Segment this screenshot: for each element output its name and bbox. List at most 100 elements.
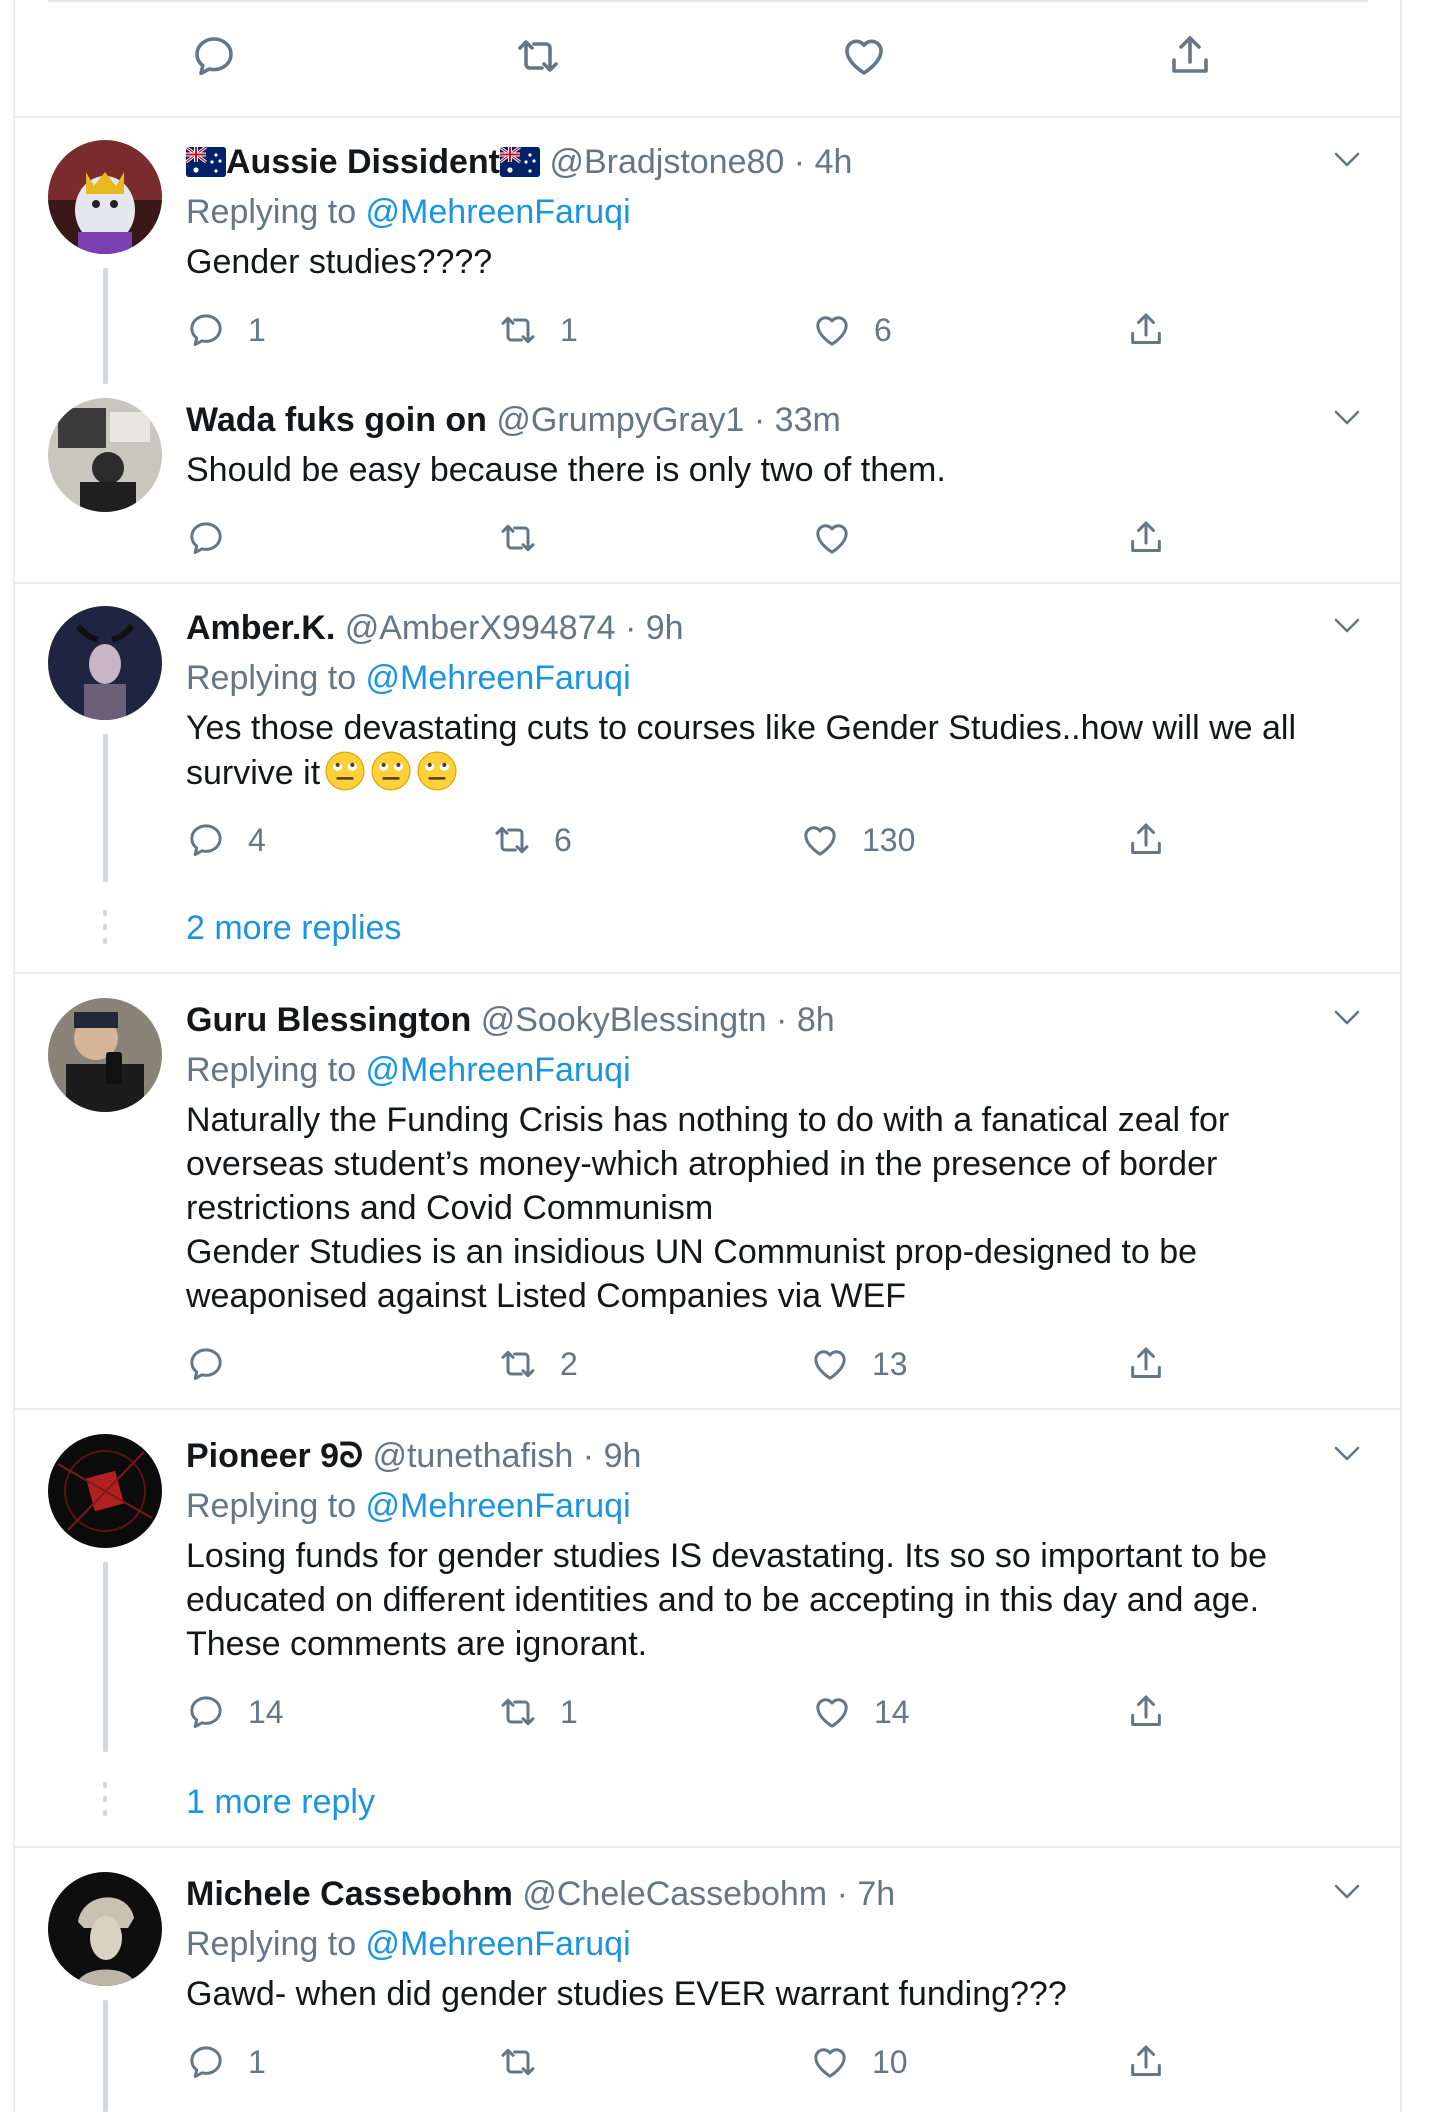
retweet-button[interactable]: 1: [498, 306, 578, 354]
display-name[interactable]: Pioneer 9ᘐ: [186, 1437, 363, 1475]
chevron-down-icon[interactable]: [1332, 1444, 1362, 1464]
user-handle[interactable]: @AmberX994874: [345, 609, 616, 647]
reply-icon: [186, 820, 226, 860]
reply-button[interactable]: [186, 514, 226, 562]
user-handle[interactable]: @GrumpyGray1: [496, 401, 744, 439]
mention-link[interactable]: @MehreenFaruqi: [366, 193, 631, 231]
divider: [13, 972, 1402, 974]
display-name[interactable]: Wada fuks goin on: [186, 401, 487, 439]
user-handle[interactable]: @Bradjstone80: [549, 143, 784, 181]
like-button[interactable]: [812, 514, 852, 562]
tweet-header: Michele Cassebohm @CheleCassebohm · 7h: [186, 1872, 895, 1916]
timestamp[interactable]: 9h: [604, 1437, 642, 1475]
like-icon: [840, 32, 888, 80]
share-icon: [1166, 32, 1214, 80]
more-replies-link[interactable]: 2 more replies: [186, 906, 401, 950]
reply-button[interactable]: 14: [186, 1688, 284, 1736]
like-button[interactable]: 13: [810, 1340, 908, 1388]
more-replies-link[interactable]: 1 more reply: [186, 1780, 375, 1824]
share-button[interactable]: [1126, 514, 1166, 562]
retweet-button[interactable]: [514, 32, 562, 80]
user-handle[interactable]: @CheleCassebohm: [522, 1875, 827, 1913]
replying-to: Replying to @MehreenFaruqi: [186, 1048, 631, 1092]
like-button[interactable]: 14: [812, 1688, 910, 1736]
mention-link[interactable]: @MehreenFaruqi: [366, 1925, 631, 1963]
display-name[interactable]: Amber.K.: [186, 609, 335, 647]
tweet-header: Aussie Dissident @Bradjstone80 · 4h: [186, 140, 852, 184]
display-name[interactable]: Aussie Dissident: [226, 143, 500, 181]
reply-icon: [186, 518, 226, 558]
share-icon: [1126, 1344, 1166, 1384]
retweet-button[interactable]: [498, 2038, 538, 2086]
chevron-down-icon[interactable]: [1332, 1882, 1362, 1902]
chevron-down-icon[interactable]: [1332, 408, 1362, 428]
retweet-button[interactable]: [498, 514, 538, 562]
retweet-button[interactable]: 6: [492, 816, 572, 864]
chevron-down-icon[interactable]: [1332, 150, 1362, 170]
reply-count: 1: [248, 2043, 266, 2080]
tweet-header: Amber.K. @AmberX994874 · 9h: [186, 606, 684, 650]
avatar[interactable]: [48, 1434, 162, 1548]
reply-count: 1: [248, 311, 266, 348]
user-handle[interactable]: @tunethafish: [372, 1437, 573, 1475]
timestamp[interactable]: 8h: [797, 1001, 835, 1039]
australia-flag-icon: [186, 147, 226, 177]
reply-button[interactable]: [190, 32, 238, 80]
timestamp[interactable]: 4h: [815, 143, 853, 181]
like-icon: [812, 1692, 852, 1732]
avatar[interactable]: [48, 1872, 162, 1986]
share-button[interactable]: [1126, 1340, 1166, 1388]
reply-button[interactable]: 1: [186, 2038, 266, 2086]
tweet-text-line: survive it: [186, 750, 1366, 795]
top-tweet-actions: [190, 32, 1240, 86]
like-button[interactable]: [840, 32, 888, 80]
mention-link[interactable]: @MehreenFaruqi: [366, 1487, 631, 1525]
separator: ·: [776, 1001, 788, 1039]
avatar[interactable]: [48, 606, 162, 720]
retweet-count: 1: [560, 311, 578, 348]
retweet-button[interactable]: 2: [498, 1340, 578, 1388]
timestamp[interactable]: 33m: [775, 401, 841, 439]
display-name[interactable]: Guru Blessington: [186, 1001, 471, 1039]
tweet-actions: [186, 514, 1186, 562]
separator: ·: [582, 1437, 595, 1475]
share-button[interactable]: [1126, 816, 1166, 864]
tweet-text: Yes those devastating cuts to courses li…: [186, 706, 1366, 795]
avatar[interactable]: [48, 398, 162, 512]
separator: ·: [836, 1875, 848, 1913]
replying-prefix: Replying to: [186, 193, 366, 231]
reply-button[interactable]: [186, 1340, 226, 1388]
chevron-down-icon[interactable]: [1332, 616, 1362, 636]
user-handle[interactable]: @SookyBlessingtn: [481, 1001, 767, 1039]
retweet-button[interactable]: 1: [498, 1688, 578, 1736]
reply-button[interactable]: 4: [186, 816, 266, 864]
timestamp[interactable]: 7h: [857, 1875, 895, 1913]
display-name[interactable]: Michele Cassebohm: [186, 1875, 513, 1913]
tweet-header: Pioneer 9ᘐ @tunethafish · 9h: [186, 1434, 641, 1478]
share-icon: [1126, 1692, 1166, 1732]
reply-button[interactable]: 1: [186, 306, 266, 354]
avatar[interactable]: [48, 140, 162, 254]
avatar[interactable]: [48, 998, 162, 1112]
like-button[interactable]: 10: [810, 2038, 908, 2086]
retweet-icon: [498, 518, 538, 558]
tweet-text-line: Gender studies????: [186, 243, 493, 281]
rolling-eyes-emoji-icon: [416, 750, 458, 792]
chevron-down-icon[interactable]: [1332, 1008, 1362, 1028]
like-icon: [812, 518, 852, 558]
share-button[interactable]: [1166, 32, 1214, 80]
retweet-icon: [514, 32, 562, 80]
timestamp[interactable]: 9h: [646, 609, 684, 647]
share-button[interactable]: [1126, 2038, 1166, 2086]
like-button[interactable]: 130: [800, 816, 915, 864]
divider: [13, 582, 1402, 584]
share-button[interactable]: [1126, 1688, 1166, 1736]
reply-icon: [186, 2042, 226, 2082]
mention-link[interactable]: @MehreenFaruqi: [366, 1051, 631, 1089]
tweet-text-line: Gender Studies is an insidious UN Commun…: [186, 1233, 1198, 1271]
reply-icon: [186, 310, 226, 350]
share-button[interactable]: [1126, 306, 1166, 354]
like-button[interactable]: 6: [812, 306, 892, 354]
like-count: 130: [862, 821, 916, 858]
mention-link[interactable]: @MehreenFaruqi: [366, 659, 631, 697]
